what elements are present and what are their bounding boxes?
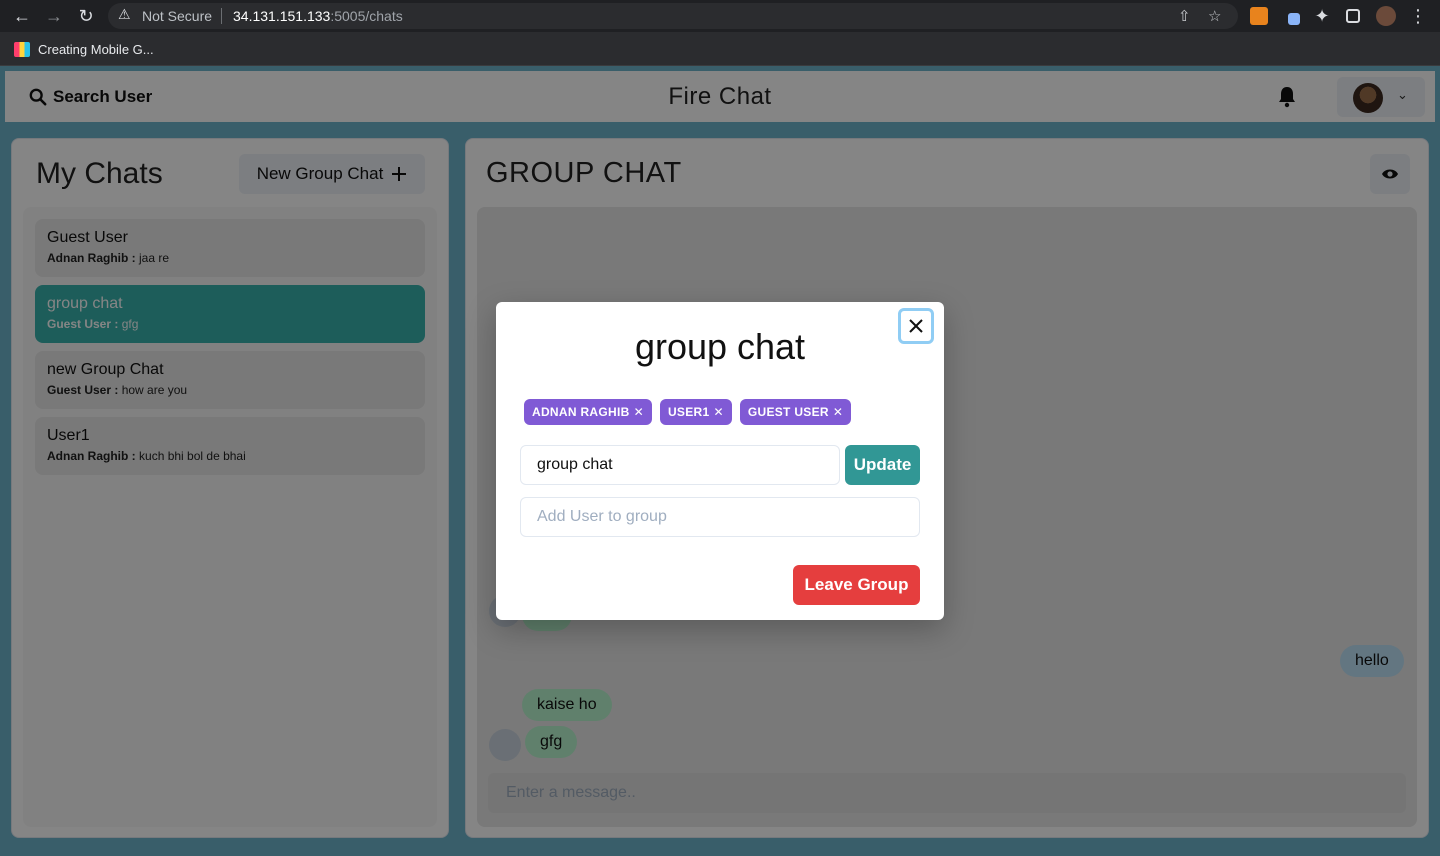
bookmarks-bar: Creating Mobile G... [0,32,1440,66]
member-badge-label: ADNAN RAGHIB [532,405,630,419]
member-badge-label: GUEST USER [747,405,829,419]
back-icon[interactable]: ← [12,6,32,26]
member-badge-label: USER1 [667,405,710,419]
url-host: 34.131.151.133 [233,8,331,24]
close-icon [909,319,923,333]
metamask-extension-icon[interactable] [1250,7,1268,25]
add-user-input[interactable]: Add User to group [520,497,920,537]
modal-title: group chat [634,326,806,367]
puzzle-icon[interactable]: ✦ [1312,6,1332,26]
warning-icon: ⚠ [118,6,131,22]
bookmark-item[interactable]: Creating Mobile G... [38,42,154,57]
member-badges: ADNAN RAGHIB ✕ USER1 ✕ GUEST USER ✕ [524,399,852,425]
menu-kebab-icon[interactable]: ⋮ [1408,6,1428,26]
group-name-input[interactable]: group chat [520,445,840,485]
update-button[interactable]: Update [845,445,920,485]
member-badge[interactable]: USER1 ✕ [659,399,732,425]
security-label: Not Secure [142,8,213,24]
forward-icon[interactable]: → [44,6,64,26]
extension-icon[interactable] [1288,13,1300,25]
sidepanel-icon[interactable] [1346,9,1360,23]
close-button[interactable] [898,308,934,344]
member-badge[interactable]: GUEST USER ✕ [739,399,852,425]
reload-icon[interactable]: ↻ [76,6,96,26]
star-icon[interactable]: ☆ [1208,7,1221,25]
url-text: 34.131.151.133:5005/chats [233,8,403,24]
address-bar[interactable]: ⚠ Not Secure 34.131.151.133:5005/chats ⇧… [108,3,1238,29]
member-badge[interactable]: ADNAN RAGHIB ✕ [524,399,652,425]
remove-member-icon[interactable]: ✕ [634,399,644,425]
bookmark-favicon-icon [14,42,30,57]
remove-member-icon[interactable]: ✕ [713,399,723,425]
profile-avatar-icon[interactable] [1376,6,1396,26]
address-divider [221,8,222,24]
browser-toolbar: ← → ↻ ⚠ Not Secure 34.131.151.133:5005/c… [0,0,1440,32]
leave-group-button[interactable]: Leave Group [793,565,920,605]
group-settings-modal: group chat ADNAN RAGHIB ✕ USER1 ✕ GUEST US… [496,302,944,620]
share-icon[interactable]: ⇧ [1178,7,1191,25]
remove-member-icon[interactable]: ✕ [833,399,843,425]
url-path: :5005/chats [330,8,403,24]
